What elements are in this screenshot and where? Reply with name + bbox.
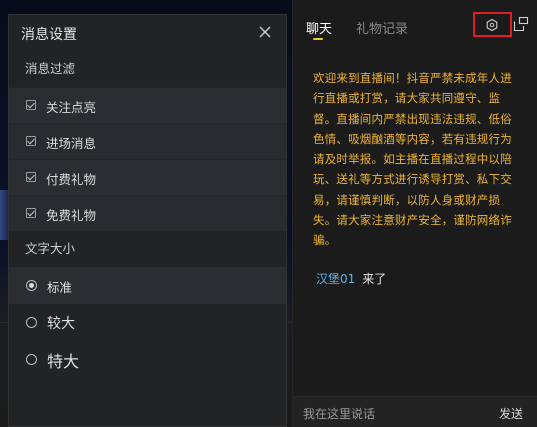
active-tab-indicator xyxy=(313,38,323,40)
message-settings-panel: 消息设置 消息过滤 关注点亮 进场消息 付费礼物 免费礼物 文字大小 标准 较大… xyxy=(8,14,287,427)
settings-title: 消息设置 xyxy=(21,27,77,43)
checkbox-icon[interactable] xyxy=(26,136,36,146)
filter-option-enter-message[interactable]: 进场消息 xyxy=(9,123,286,159)
filter-option-label: 关注点亮 xyxy=(46,100,97,115)
radio-icon[interactable] xyxy=(26,354,37,365)
chat-input-bar: 我在这里说话 发送 xyxy=(293,396,537,427)
checkbox-icon[interactable] xyxy=(26,208,36,218)
chat-tabs: 聊天 礼物记录 xyxy=(293,0,537,48)
chat-message: 汉堡01 来了 xyxy=(316,270,386,287)
filter-option-paid-gifts[interactable]: 付费礼物 xyxy=(9,159,286,195)
chat-username[interactable]: 汉堡01 xyxy=(316,272,355,286)
font-size-option-extra-large[interactable]: 特大 xyxy=(9,341,286,378)
filter-option-label: 付费礼物 xyxy=(46,172,97,187)
font-size-option-large[interactable]: 较大 xyxy=(9,304,286,341)
checkbox-icon[interactable] xyxy=(26,172,36,182)
chat-panel: 聊天 礼物记录 欢迎来到直播间！抖音严禁未成年人进行直播或打赏，请大家共同遵守、… xyxy=(292,0,537,427)
close-icon[interactable] xyxy=(256,23,274,41)
tab-chat[interactable]: 聊天 xyxy=(306,18,332,37)
checkbox-icon[interactable] xyxy=(26,100,36,110)
font-size-label: 标准 xyxy=(47,280,73,295)
tab-gift-records[interactable]: 礼物记录 xyxy=(356,18,408,37)
radio-selected-icon[interactable] xyxy=(26,280,37,291)
filter-option-follow-light[interactable]: 关注点亮 xyxy=(9,87,286,123)
radio-icon[interactable] xyxy=(26,317,37,328)
filter-option-label: 进场消息 xyxy=(46,136,97,151)
send-button[interactable]: 发送 xyxy=(499,405,523,422)
font-size-option-standard[interactable]: 标准 xyxy=(9,267,286,304)
filter-section-label: 消息过滤 xyxy=(9,51,286,87)
filter-option-free-gifts[interactable]: 免费礼物 xyxy=(9,195,286,231)
chat-message-text: 来了 xyxy=(362,272,387,286)
font-size-section-label: 文字大小 xyxy=(9,231,286,267)
system-notice: 欢迎来到直播间！抖音严禁未成年人进行直播或打赏，请大家共同遵守、监督。直播间内严… xyxy=(313,71,512,248)
filter-option-label: 免费礼物 xyxy=(46,208,97,223)
chat-settings-button[interactable] xyxy=(473,12,512,37)
chat-input[interactable]: 我在这里说话 xyxy=(303,405,375,422)
popout-window-icon[interactable] xyxy=(513,16,529,36)
settings-header: 消息设置 xyxy=(9,15,286,51)
font-size-label: 特大 xyxy=(47,352,80,371)
hexagon-settings-icon xyxy=(486,18,498,32)
font-size-label: 较大 xyxy=(47,316,75,332)
